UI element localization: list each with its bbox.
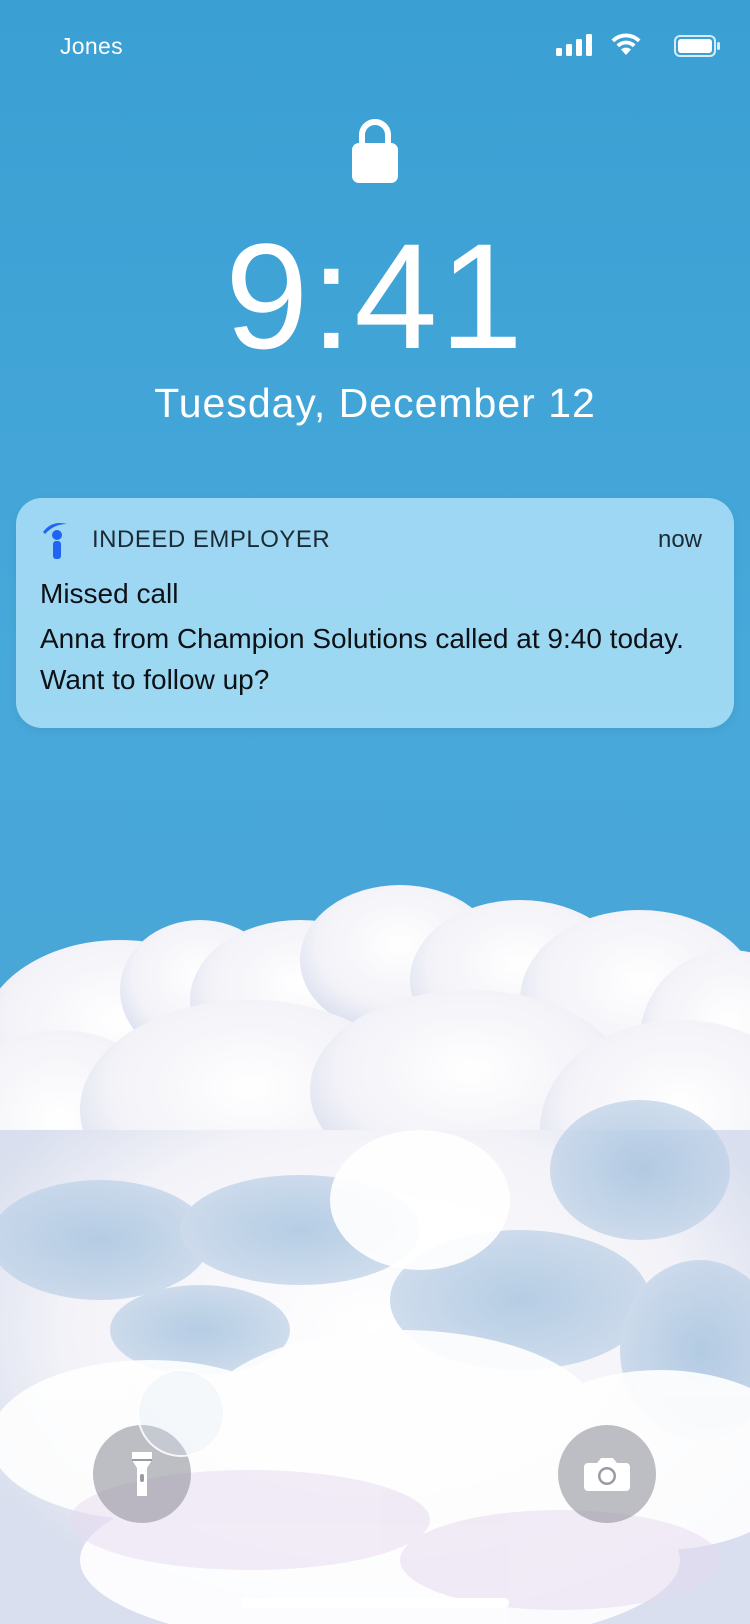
lock-screen: Jones 9:41 Tuesday, December 12 INDEED E… <box>0 0 750 1624</box>
carrier-name: Jones <box>60 33 123 59</box>
cellular-signal-icon <box>556 34 592 56</box>
camera-button[interactable] <box>558 1425 656 1523</box>
notification-time: now <box>657 526 702 553</box>
notification-card[interactable]: INDEED EMPLOYER now Missed call Anna fro… <box>16 498 734 728</box>
notification-app-name: INDEED EMPLOYER <box>92 526 331 553</box>
camera-icon <box>584 1458 630 1491</box>
flashlight-icon <box>132 1452 152 1496</box>
battery-icon <box>674 35 720 57</box>
notification-body: Anna from Champion Solutions called at 9… <box>40 623 684 695</box>
notification-title: Missed call <box>40 578 179 609</box>
wifi-icon <box>611 33 641 55</box>
lock-icon <box>352 119 398 183</box>
lock-screen-time: 9:41 <box>225 212 525 380</box>
lock-screen-date: Tuesday, December 12 <box>154 380 596 426</box>
indeed-icon <box>43 523 67 559</box>
home-indicator[interactable] <box>241 1598 509 1608</box>
assistive-touch-button[interactable] <box>137 1369 225 1457</box>
